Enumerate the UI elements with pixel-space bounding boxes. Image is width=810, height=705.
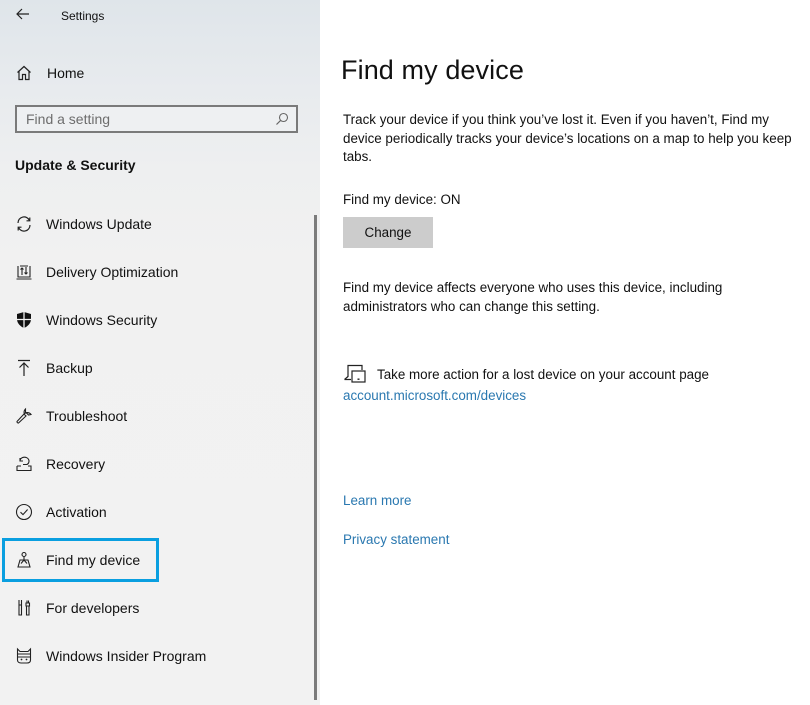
nav-item-label: For developers xyxy=(46,600,140,616)
upload-icon xyxy=(13,357,35,379)
account-devices-link[interactable]: account.microsoft.com/devices xyxy=(343,388,526,403)
page-title: Find my device xyxy=(341,55,524,85)
nav-item-for-developers[interactable]: For developers xyxy=(0,584,300,632)
account-action-text: Take more action for a lost device on yo… xyxy=(377,366,709,382)
nav-item-label: Troubleshoot xyxy=(46,408,128,424)
nav-item-label: Windows Update xyxy=(46,216,152,232)
wrench-icon xyxy=(13,405,35,427)
arrow-left-icon xyxy=(16,7,30,25)
section-title: Update & Security xyxy=(15,157,136,173)
privacy-statement-link[interactable]: Privacy statement xyxy=(343,532,449,547)
learn-more-link[interactable]: Learn more xyxy=(343,493,411,508)
home-icon xyxy=(12,61,36,85)
ninja-cat-icon xyxy=(13,645,35,667)
nav-item-backup[interactable]: Backup xyxy=(0,344,300,392)
home-nav-item[interactable]: Home xyxy=(12,60,302,86)
search-box[interactable] xyxy=(15,105,298,133)
nav-item-windows-security[interactable]: Windows Security xyxy=(0,296,300,344)
search-icon[interactable] xyxy=(271,108,293,130)
app-title: Settings xyxy=(61,9,105,23)
nav-item-label: Delivery Optimization xyxy=(46,264,179,280)
check-circle-icon xyxy=(13,501,35,523)
sidebar-scrollbar[interactable] xyxy=(314,215,317,700)
affects-text: Find my device affects everyone who uses… xyxy=(343,280,723,314)
nav-item-find-my-device[interactable]: Find my device xyxy=(0,536,300,584)
nav-item-label: Backup xyxy=(46,360,93,376)
developer-tools-icon xyxy=(13,597,35,619)
home-label: Home xyxy=(47,65,85,81)
person-location-icon xyxy=(13,549,35,571)
delivery-optimization-icon xyxy=(13,261,35,283)
nav-item-label: Windows Insider Program xyxy=(46,648,207,664)
nav-item-troubleshoot[interactable]: Troubleshoot xyxy=(0,392,300,440)
nav-item-delivery-optimization[interactable]: Delivery Optimization xyxy=(0,248,300,296)
sync-icon xyxy=(13,213,35,235)
back-button[interactable] xyxy=(10,5,36,27)
nav-item-activation[interactable]: Activation xyxy=(0,488,300,536)
nav-item-recovery[interactable]: Recovery xyxy=(0,440,300,488)
nav-item-label: Find my device xyxy=(46,552,141,568)
recovery-icon xyxy=(13,453,35,475)
nav-item-label: Recovery xyxy=(46,456,106,472)
sidebar: Settings Home Update & Security Windows … xyxy=(0,0,320,705)
nav-item-windows-update[interactable]: Windows Update xyxy=(0,200,300,248)
change-button[interactable]: Change xyxy=(343,217,433,248)
shield-icon xyxy=(13,309,35,331)
nav-item-label: Windows Security xyxy=(46,312,158,328)
search-input[interactable] xyxy=(17,110,271,128)
nav-item-label: Activation xyxy=(46,504,107,520)
nav-item-windows-insider-program[interactable]: Windows Insider Program xyxy=(0,632,300,680)
find-my-device-status: Find my device: ON xyxy=(343,192,461,207)
description-text: Track your device if you think you’ve lo… xyxy=(343,112,792,164)
account-action-row: Take more action for a lost device on yo… xyxy=(343,363,709,385)
title-bar: Settings xyxy=(0,0,320,34)
devices-icon xyxy=(343,363,367,385)
